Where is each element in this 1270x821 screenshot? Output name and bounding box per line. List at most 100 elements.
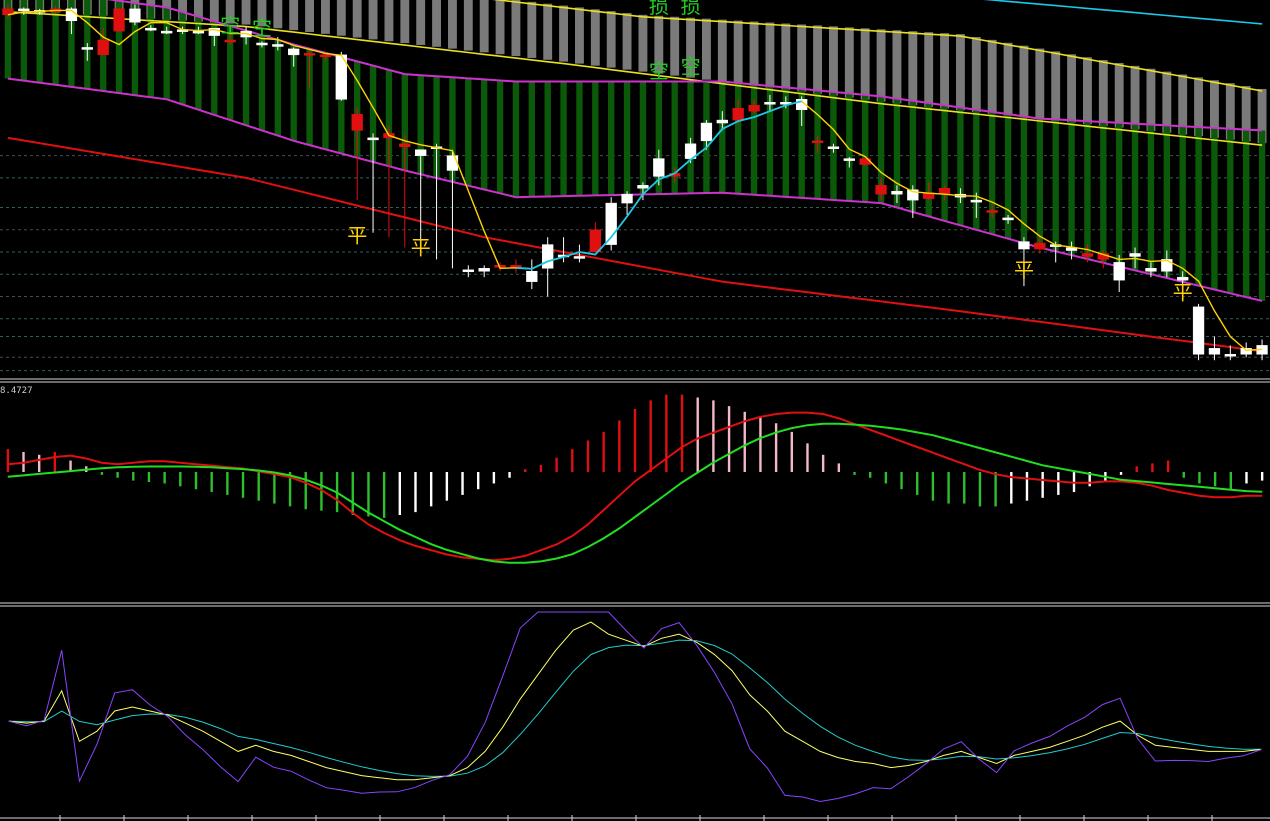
cloud-bar	[368, 0, 378, 40]
signal-label: 平	[1014, 258, 1034, 282]
candle-body	[288, 48, 300, 56]
cloud-bar	[416, 0, 426, 45]
signal-label: 空	[252, 16, 272, 40]
cloud-bar	[876, 29, 886, 102]
band-bar	[465, 78, 472, 186]
cloud-bar	[209, 0, 219, 23]
band-bar	[1052, 119, 1059, 252]
cloud-bar	[495, 0, 505, 55]
band-bar	[512, 81, 520, 198]
candle-body	[367, 137, 379, 141]
candle-body	[1129, 253, 1141, 257]
band-bar	[242, 30, 250, 126]
candle-body	[748, 104, 760, 112]
signal-label: 平	[411, 236, 431, 260]
cloud-bar	[320, 0, 330, 34]
band-bar	[528, 81, 535, 197]
candle-body	[843, 158, 855, 161]
candle-body	[97, 39, 109, 56]
band-bar	[1036, 118, 1043, 248]
candle-body	[399, 143, 411, 148]
candle-body	[1145, 268, 1157, 272]
cloud-bar	[1162, 71, 1172, 133]
candle-body	[589, 229, 601, 253]
band-bar	[687, 81, 694, 194]
candle-body	[1113, 262, 1125, 281]
candle-body	[827, 146, 840, 150]
signal-label: 空	[220, 13, 240, 37]
cloud-bar	[733, 20, 743, 84]
band-bar	[147, 5, 154, 98]
cloud-bar	[352, 0, 362, 38]
candle-body	[1002, 217, 1014, 221]
cloud-bar	[1098, 60, 1108, 126]
candle-body	[875, 185, 887, 195]
candle-body	[272, 44, 284, 47]
candle-body	[18, 8, 30, 12]
band-bar	[608, 81, 615, 196]
cloud-bar	[765, 22, 775, 88]
candle-body	[891, 190, 903, 195]
chart-root: 损损空空空空平平平平 8.4727	[0, 0, 1270, 821]
candle-body	[1081, 253, 1094, 257]
band-bar	[941, 105, 948, 221]
band-bar	[1243, 129, 1250, 298]
band-bar	[1227, 128, 1234, 294]
band-bar	[1211, 127, 1218, 290]
cloud-bar	[797, 24, 807, 92]
band-bar	[1147, 124, 1155, 275]
cloud-bar	[1146, 68, 1156, 132]
cloud-bar	[717, 19, 727, 82]
band-bar	[1179, 126, 1186, 282]
cloud-bar	[1051, 51, 1061, 121]
candle-body	[716, 119, 728, 124]
candle-body	[1208, 348, 1221, 355]
candle-body	[811, 140, 824, 144]
candle-body	[161, 30, 173, 34]
chart-canvas: 损损空 空空 空平平平平 8.4727	[0, 0, 1270, 821]
band-bar	[544, 81, 551, 197]
signal-label: 空	[681, 54, 701, 78]
cloud-bar	[971, 36, 981, 113]
cloud-bar	[828, 26, 838, 96]
candle-body	[462, 269, 474, 273]
candle-body	[637, 185, 649, 189]
candle-body	[573, 256, 586, 259]
candle-body	[970, 199, 982, 203]
candle-body	[319, 54, 332, 58]
candle-body	[700, 122, 713, 142]
candle-body	[81, 47, 93, 50]
candle-body	[1034, 242, 1046, 250]
cloud-bar	[1082, 57, 1092, 125]
cloud-bar	[670, 16, 680, 76]
candle-body	[1192, 306, 1205, 355]
cloud-bar	[781, 23, 791, 90]
band-bar	[639, 81, 647, 195]
candle-body	[145, 27, 157, 31]
cloud-bar	[638, 14, 648, 72]
signal-label: 损	[681, 0, 701, 18]
band-bar	[957, 107, 964, 226]
cloud-bar	[1003, 42, 1013, 116]
cloud-bar	[543, 3, 553, 60]
candle-body	[621, 193, 633, 204]
band-bar	[576, 81, 583, 196]
band-bar	[1258, 130, 1266, 301]
cloud-bar	[400, 0, 410, 44]
cloud-bar	[479, 0, 489, 53]
band-bar	[862, 94, 869, 203]
band-bar	[623, 81, 631, 195]
cloud-bar	[305, 0, 315, 32]
cloud-bar	[447, 0, 457, 49]
candle-body	[986, 210, 998, 213]
cloud-bar	[924, 32, 934, 107]
cloud-bar	[289, 0, 299, 31]
cloud-bar	[384, 0, 394, 42]
cloud-bar	[892, 30, 902, 104]
cloud-bar	[463, 0, 473, 51]
band-bar	[592, 81, 599, 196]
cloud-bar	[606, 11, 616, 68]
cloud-bar	[590, 9, 600, 66]
band-bar	[560, 81, 567, 197]
macd-value-label: 8.4727	[0, 386, 33, 396]
